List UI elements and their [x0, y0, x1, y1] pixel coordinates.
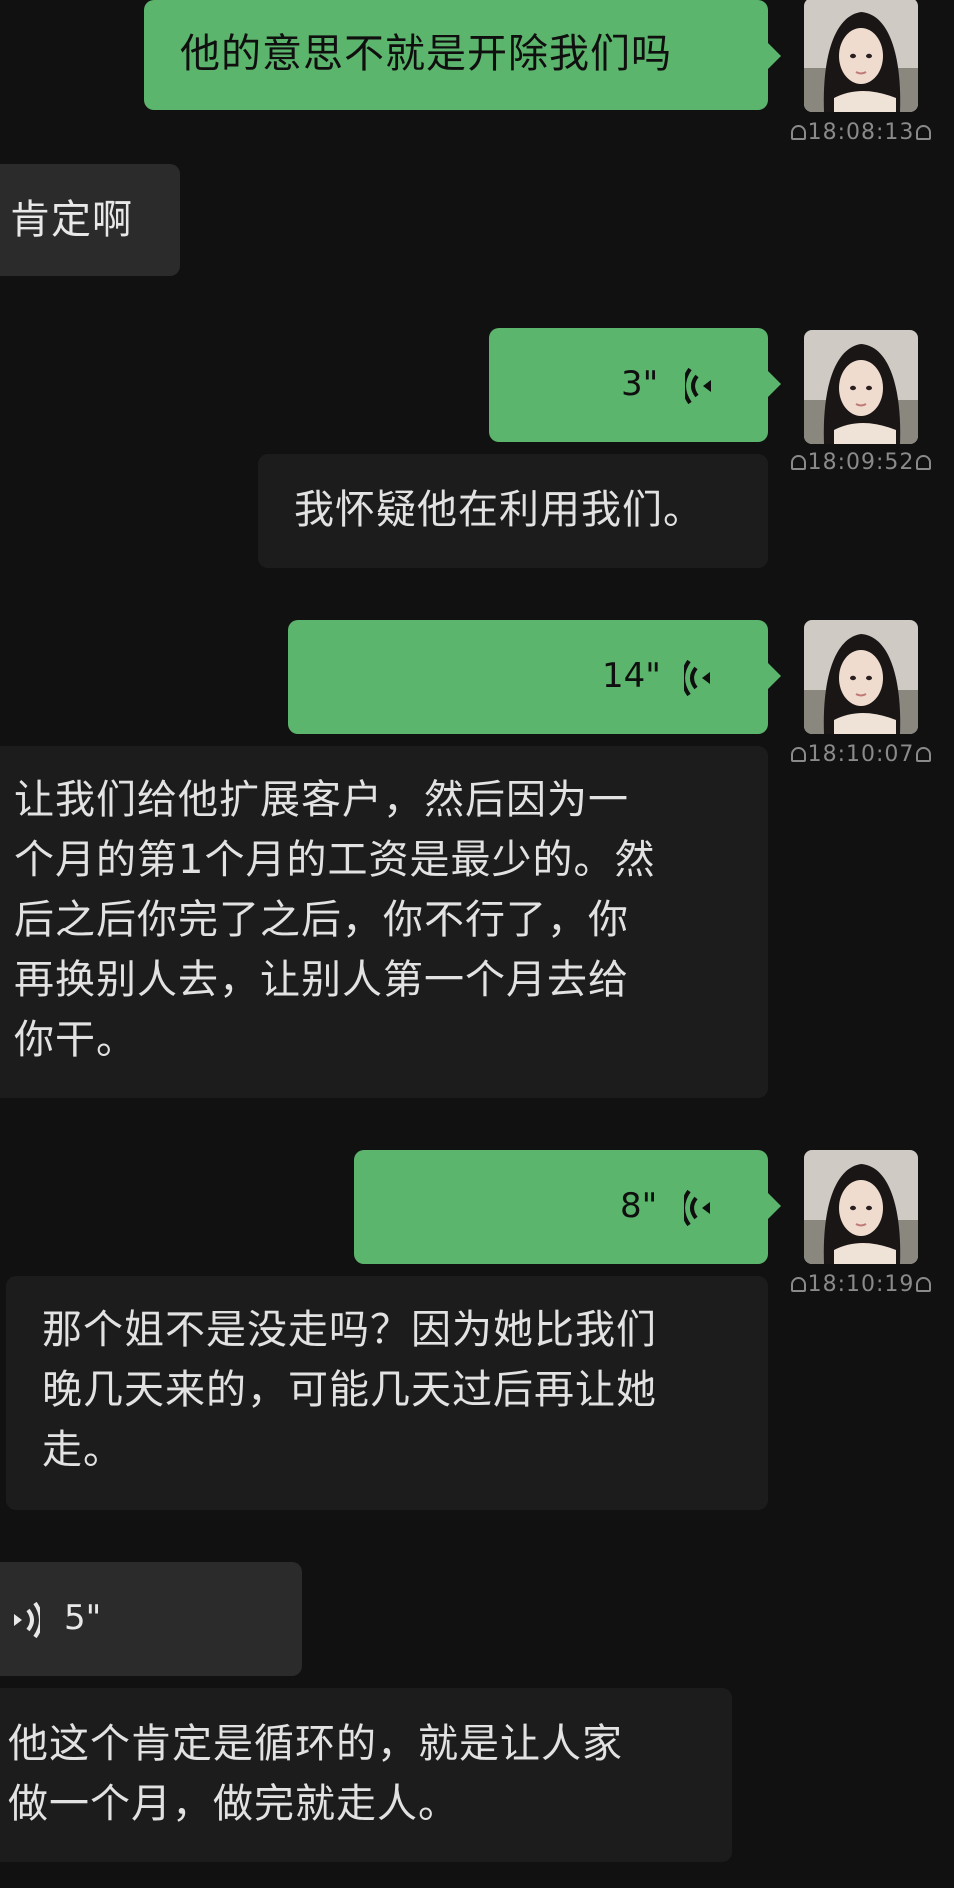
voice-wave-icon [14, 1601, 40, 1639]
transcript-line: 做一个月，做完就走人。 [8, 1781, 459, 1827]
transcript-text: 他这个肯定是循环的，就是让人家 做一个月，做完就走人。 [8, 1714, 623, 1834]
voice-transcript-bubble[interactable]: 我怀疑他在利用我们。 [258, 454, 768, 568]
lock-icon [790, 747, 806, 762]
lock-icon [916, 455, 932, 470]
message-timestamp: 18:08:13 [786, 120, 936, 145]
message-text: 他的意思不就是开除我们吗 [180, 31, 672, 77]
lock-icon [916, 1277, 932, 1292]
transcript-line: 晚几天来的，可能几天过后再让她 [42, 1367, 657, 1413]
transcript-text: 我怀疑他在利用我们。 [294, 487, 704, 533]
avatar[interactable] [804, 1150, 918, 1264]
avatar[interactable] [804, 330, 918, 444]
timestamp-text: 18:10:07 [807, 742, 915, 767]
message-timestamp: 18:09:52 [786, 450, 936, 475]
lock-icon [790, 1277, 806, 1292]
transcript-line: 再换别人去，让别人第一个月去给 [14, 957, 629, 1003]
avatar-girl-photo-icon [804, 0, 918, 112]
transcript-line: 那个姐不是没走吗？因为她比我们 [42, 1307, 657, 1353]
incoming-message-bubble[interactable]: 肯定啊 [0, 164, 180, 276]
avatar-girl-photo-icon [804, 330, 918, 444]
voice-transcript-bubble[interactable]: 那个姐不是没走吗？因为她比我们 晚几天来的，可能几天过后再让她 走。 [6, 1276, 768, 1510]
voice-wave-icon [685, 367, 711, 405]
avatar[interactable] [804, 620, 918, 734]
incoming-voice-message[interactable]: 5" [0, 1562, 302, 1676]
transcript-line: 后之后你完了之后，你不行了，你 [14, 897, 629, 943]
outgoing-voice-message[interactable]: 14" [288, 620, 781, 734]
lock-icon [916, 125, 932, 140]
transcript-line: 让我们给他扩展客户，然后因为一 [14, 777, 629, 823]
transcript-text: 让我们给他扩展客户，然后因为一 个月的第1个月的工资是最少的。然 后之后你完了之… [14, 770, 655, 1070]
outgoing-message-bubble[interactable]: 他的意思不就是开除我们吗 [144, 0, 781, 110]
voice-duration: 14" [602, 656, 661, 696]
lock-icon [790, 125, 806, 140]
transcript-line: 他这个肯定是循环的，就是让人家 [8, 1721, 623, 1767]
avatar[interactable] [804, 0, 918, 112]
voice-wave-icon [684, 1189, 710, 1227]
transcript-text: 那个姐不是没走吗？因为她比我们 晚几天来的，可能几天过后再让她 走。 [42, 1300, 657, 1480]
voice-transcript-bubble[interactable]: 他这个肯定是循环的，就是让人家 做一个月，做完就走人。 [0, 1688, 732, 1862]
lock-icon [916, 747, 932, 762]
timestamp-text: 18:08:13 [807, 120, 915, 145]
outgoing-voice-message[interactable]: 8" [354, 1150, 781, 1264]
voice-duration: 5" [64, 1598, 102, 1638]
voice-duration: 8" [620, 1186, 658, 1226]
message-text: 肯定啊 [10, 197, 133, 243]
voice-wave-icon [684, 659, 710, 697]
transcript-line: 走。 [42, 1427, 124, 1473]
lock-icon [790, 455, 806, 470]
timestamp-text: 18:09:52 [807, 450, 915, 475]
message-timestamp: 18:10:07 [786, 742, 936, 767]
avatar-girl-photo-icon [804, 620, 918, 734]
transcript-line: 你干。 [14, 1017, 137, 1063]
transcript-line: 个月的第1个月的工资是最少的。然 [14, 837, 656, 883]
timestamp-text: 18:10:19 [807, 1272, 915, 1297]
voice-transcript-bubble[interactable]: 让我们给他扩展客户，然后因为一 个月的第1个月的工资是最少的。然 后之后你完了之… [0, 746, 768, 1098]
message-timestamp: 18:10:19 [786, 1272, 936, 1297]
voice-duration: 3" [621, 364, 659, 404]
outgoing-voice-message[interactable]: 3" [489, 328, 781, 442]
avatar-girl-photo-icon [804, 1150, 918, 1264]
